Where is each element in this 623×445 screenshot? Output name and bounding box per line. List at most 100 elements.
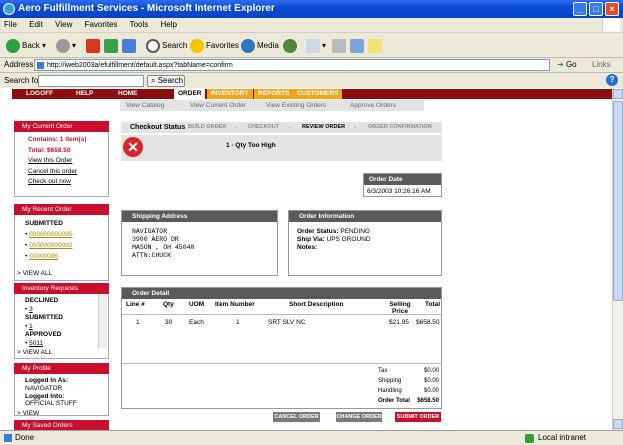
window-title: Aero Fulfillment Services - Microsoft In… (18, 3, 275, 14)
cancel-order-button[interactable]: CANCEL ORDER (273, 412, 320, 422)
title-bar: Aero Fulfillment Services - Microsoft In… (0, 0, 623, 18)
recent-order-link[interactable]: 000000000092 (29, 242, 72, 249)
forward-button[interactable]: ▾ (56, 37, 76, 55)
inventory-count-link[interactable]: 3 (29, 306, 33, 313)
nav-logoff[interactable]: LOGOFF (22, 89, 57, 99)
main-nav: LOGOFF HELP HOME ORDER INVENTORY REPORTS… (12, 89, 612, 99)
recent-order-link[interactable]: 00000086 (29, 253, 58, 260)
favorites-button[interactable]: Favorites (190, 37, 239, 55)
subnav-view-catalog[interactable]: View Catalog (126, 100, 164, 111)
step-arrow: → (287, 124, 293, 130)
order-status-label: Order Status: (297, 228, 339, 235)
change-order-button[interactable]: CHANGE ORDER (336, 412, 382, 422)
subnav-view-existing-orders[interactable]: View Existing Orders (266, 100, 326, 111)
toolbar: Back ▾ ▾ Search Favorites Media ▾ (0, 32, 623, 58)
nav-customers[interactable]: CUSTOMERS (293, 89, 343, 99)
inventory-count-link[interactable]: 1 (29, 323, 33, 330)
col-item-number: Item Number (215, 301, 255, 308)
step-arrow: → (233, 124, 239, 130)
search-input[interactable] (38, 75, 144, 87)
search-submit-button[interactable]: ⌕ Search (147, 75, 185, 87)
messenger-button[interactable] (368, 37, 384, 55)
order-date-value: 6/3/2003 10:26:16 AM (367, 188, 431, 195)
current-order-contains: Contains: 1 item(s) (28, 136, 87, 143)
media-button[interactable]: Media (241, 37, 279, 55)
scroll-up-button[interactable] (613, 89, 623, 99)
order-detail-header: Order Detail (122, 288, 441, 299)
search-button[interactable]: Search (146, 37, 187, 55)
minimize-button[interactable]: _ (573, 2, 587, 16)
error-message: 1 - Qty Too High (226, 142, 276, 149)
inventory-view-all[interactable]: > VIEW ALL (17, 349, 108, 358)
menu-view[interactable]: View (55, 20, 72, 29)
help-icon[interactable]: ? (606, 74, 618, 86)
back-button[interactable]: Back ▾ (6, 37, 46, 55)
links-label[interactable]: Links (592, 58, 611, 72)
scroll-thumb[interactable] (613, 101, 623, 301)
print-button[interactable] (332, 37, 348, 55)
stop-button[interactable] (86, 37, 102, 55)
stop-icon (86, 38, 100, 53)
inventory-status: SUBMITTED (25, 314, 63, 321)
status-bar: Done Local intranet (0, 430, 623, 445)
search-bar: Search for ⌕ Search ? (0, 72, 623, 88)
refresh-button[interactable] (104, 37, 120, 55)
menu-edit[interactable]: Edit (29, 20, 43, 29)
edit-button[interactable] (350, 37, 366, 55)
nav-inventory[interactable]: INVENTORY (207, 89, 253, 99)
maximize-button[interactable]: □ (589, 2, 603, 16)
order-information-text: Order Status: PENDING Ship Via: UPS GROU… (289, 222, 441, 258)
go-button[interactable]: ➜ Go (557, 58, 577, 72)
logged-in-as-value: NAVIGATOR (25, 384, 63, 392)
home-button[interactable] (122, 37, 138, 55)
mail-button[interactable]: ▾ (306, 37, 326, 55)
profile-box: Logged In As: NAVIGATOR Logged Into: OFF… (14, 374, 109, 418)
inventory-status: APPROVED (25, 331, 62, 338)
submit-order-button[interactable]: SUBMIT ORDER (395, 412, 441, 422)
nav-help[interactable]: HELP (72, 89, 97, 99)
nav-order[interactable]: ORDER (174, 89, 206, 99)
menu-help[interactable]: Help (161, 20, 177, 29)
inventory-scrollbar[interactable] (98, 294, 107, 348)
view-this-order-link[interactable]: View this Order (28, 156, 108, 167)
col-qty: Qty (163, 301, 174, 308)
intranet-icon (525, 434, 534, 443)
menu-favorites[interactable]: Favorites (85, 20, 118, 29)
scroll-down-button[interactable] (613, 419, 623, 429)
nav-reports[interactable]: REPORTS (254, 89, 294, 99)
subnav-approve-orders[interactable]: Approve Orders (350, 100, 396, 111)
profile-view-link[interactable]: > VIEW (17, 410, 108, 418)
menu-tools[interactable]: Tools (130, 20, 149, 29)
close-button[interactable]: × (605, 2, 619, 16)
error-icon: ✕ (123, 137, 143, 157)
inventory-requests-header: Inventory Requests (14, 283, 109, 294)
cell-item: 1 (236, 319, 240, 326)
zone-text: Local intranet (538, 433, 587, 442)
subnav-view-current-order[interactable]: View Current Order (190, 100, 246, 111)
col-uom: UOM (189, 301, 205, 308)
recent-order-link[interactable]: 000000000095 (29, 231, 72, 238)
inventory-count-link[interactable]: 5011 (29, 340, 43, 347)
nav-home[interactable]: HOME (114, 89, 142, 99)
edit-icon (350, 38, 364, 53)
order-detail-box: Order Detail Line # Qty UOM Item Number … (121, 287, 442, 409)
address-bar: Address http://iweb2003a/efulfillment/de… (0, 58, 623, 72)
logged-into-label: Logged Into: (25, 392, 65, 400)
list-item: • 00000086 (25, 253, 59, 260)
check-out-now-link[interactable]: Check out now (28, 177, 108, 188)
list-item: • 000000000092 (25, 242, 73, 249)
order-total-label: Order Total (378, 398, 410, 404)
history-button[interactable] (283, 37, 299, 55)
handling-value: $0.00 (423, 388, 439, 394)
page-scrollbar[interactable] (612, 89, 623, 430)
cell-price: $21.95 (389, 319, 409, 326)
step-arrow: → (352, 124, 358, 130)
order-summary: Tax $0.00 Shipping $0.00 Handling $0.00 Ord… (367, 366, 439, 406)
status-text: Done (15, 433, 35, 442)
cancel-this-order-link[interactable]: Cancel this order (28, 167, 108, 178)
recent-order-view-all[interactable]: > VIEW ALL (17, 268, 108, 279)
menu-file[interactable]: File (4, 20, 17, 29)
address-line: 3900 AERO DR (132, 236, 179, 243)
list-item: • 1 (25, 322, 33, 330)
address-input[interactable]: http://iweb2003a/efulfillment/default.as… (34, 59, 550, 71)
